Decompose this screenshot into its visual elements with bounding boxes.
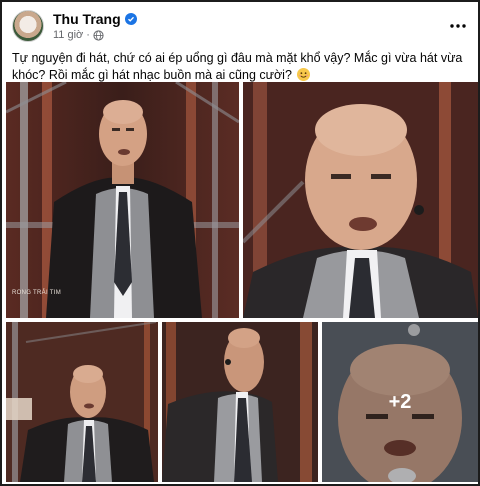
author-avatar[interactable] bbox=[12, 10, 44, 42]
post-photo-4[interactable] bbox=[162, 322, 318, 482]
post-header: Thu Trang 11 giờ · bbox=[12, 10, 472, 46]
verified-badge-icon bbox=[124, 13, 137, 25]
more-options-icon[interactable] bbox=[448, 16, 468, 36]
meta-separator: · bbox=[86, 29, 90, 41]
author-name-row: Thu Trang bbox=[53, 11, 137, 27]
facebook-post: Thu Trang 11 giờ · Tự nguyện đi hát, chứ… bbox=[0, 0, 480, 486]
post-caption: Tự nguyện đi hát, chứ có ai ép uổng gì đ… bbox=[12, 50, 468, 84]
post-time[interactable]: 11 giờ bbox=[53, 29, 83, 41]
post-photo-2[interactable] bbox=[243, 82, 478, 318]
globe-icon bbox=[93, 29, 104, 41]
post-meta: 11 giờ · bbox=[53, 29, 104, 41]
more-photos-overlay[interactable]: +2 bbox=[322, 322, 478, 482]
video-watermark: RONG TRẢI TIM bbox=[12, 290, 62, 296]
post-photo-3[interactable] bbox=[6, 322, 158, 482]
smiling-face-emoji-icon bbox=[297, 68, 311, 81]
post-photo-1[interactable]: RONG TRẢI TIM bbox=[6, 82, 239, 318]
post-photo-5[interactable]: +2 bbox=[322, 322, 478, 482]
author-name[interactable]: Thu Trang bbox=[53, 11, 121, 27]
caption-text: Tự nguyện đi hát, chứ có ai ép uổng gì đ… bbox=[12, 51, 463, 82]
